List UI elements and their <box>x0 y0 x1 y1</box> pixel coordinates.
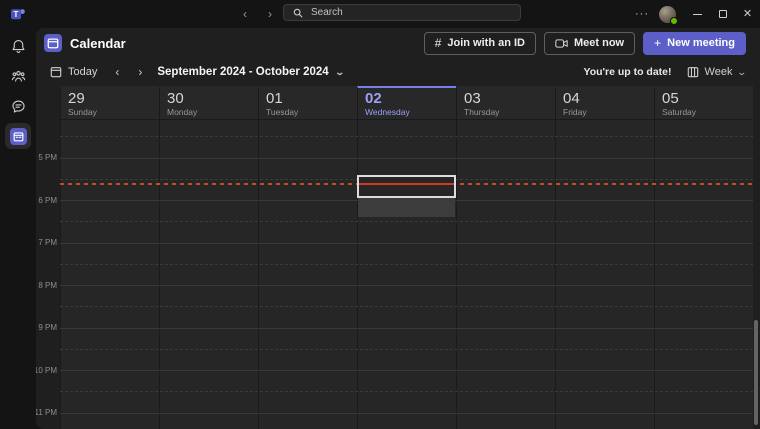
column-divider <box>555 120 556 429</box>
day-header-saturday[interactable]: 05 Saturday <box>654 86 753 119</box>
half-hour-line <box>60 349 753 350</box>
column-divider <box>60 120 61 429</box>
forward-button[interactable]: › <box>263 7 277 21</box>
search-icon <box>293 8 303 18</box>
calendar-panel: Calendar # Join with an ID Meet now <box>36 28 760 429</box>
calendar-toolbar: Today ‹ › September 2024 - October 2024 … <box>36 58 760 86</box>
day-header-sunday[interactable]: 29 Sunday <box>60 86 159 119</box>
hash-icon: # <box>435 36 442 50</box>
minimize-icon <box>693 14 702 15</box>
status-text: You're up to date! <box>583 66 671 78</box>
column-divider <box>258 120 259 429</box>
half-hour-line <box>60 221 753 222</box>
half-hour-line <box>60 264 753 265</box>
hour-line <box>60 413 753 414</box>
next-week-button[interactable]: › <box>138 65 142 79</box>
time-label: 6 PM <box>38 196 57 205</box>
hour-line <box>60 328 753 329</box>
time-label: 8 PM <box>38 281 57 290</box>
calendar-icon <box>13 131 24 142</box>
half-hour-line <box>60 306 753 307</box>
column-divider <box>456 120 457 429</box>
presence-badge <box>670 17 678 25</box>
close-icon: ✕ <box>743 9 752 20</box>
column-divider <box>357 120 358 429</box>
day-header-tuesday[interactable]: 01 Tuesday <box>258 86 357 119</box>
time-label: 7 PM <box>38 238 57 247</box>
calendar-grid[interactable] <box>60 120 753 429</box>
selected-time-slot[interactable] <box>357 175 456 198</box>
sidebar-item-activity[interactable] <box>5 33 31 59</box>
plus-icon: + <box>654 36 661 50</box>
chevron-down-icon: ⌄ <box>334 67 345 78</box>
new-meeting-button[interactable]: + New meeting <box>643 32 746 55</box>
column-divider <box>654 120 655 429</box>
day-header-thursday[interactable]: 03 Thursday <box>456 86 555 119</box>
calendar-app-icon <box>44 34 62 52</box>
sidebar-item-calendar[interactable] <box>5 123 31 149</box>
day-header-wednesday-selected[interactable]: 02 Wednesday <box>357 86 456 119</box>
camera-icon <box>555 38 568 49</box>
back-button[interactable]: ‹ <box>238 7 252 21</box>
time-label: 9 PM <box>38 323 57 332</box>
panel-header: Calendar # Join with an ID Meet now <box>36 28 760 58</box>
calendar-grid-area: 5 PM 6 PM 7 PM 8 PM 9 PM 10 PM 11 PM <box>36 120 760 429</box>
day-header-monday[interactable]: 30 Monday <box>159 86 258 119</box>
time-gutter: 5 PM 6 PM 7 PM 8 PM 9 PM 10 PM 11 PM <box>36 120 60 429</box>
page-title: Calendar <box>70 36 126 51</box>
search-input[interactable]: Search <box>283 4 521 21</box>
vertical-scrollbar[interactable] <box>754 320 758 425</box>
half-hour-line <box>60 391 753 392</box>
time-label: 11 PM <box>36 408 57 417</box>
minimize-button[interactable] <box>685 0 710 28</box>
date-range-dropdown[interactable]: September 2024 - October 2024 ⌄ <box>157 66 343 78</box>
search-placeholder: Search <box>311 7 343 18</box>
hour-line <box>60 158 753 159</box>
meet-now-button[interactable]: Meet now <box>544 32 635 55</box>
community-icon <box>10 68 27 85</box>
teams-logo: T <box>10 6 26 22</box>
chat-icon <box>10 98 27 115</box>
svg-text:T: T <box>14 10 19 19</box>
close-button[interactable]: ✕ <box>735 0 760 28</box>
join-with-id-button[interactable]: # Join with an ID <box>424 32 536 55</box>
hour-line <box>60 243 753 244</box>
teams-window: T ‹ › Search ··· ✕ <box>0 0 760 429</box>
app-rail <box>0 28 36 429</box>
view-switcher[interactable]: Week ⌄ <box>687 66 746 78</box>
today-button[interactable]: Today <box>50 66 97 78</box>
time-label: 5 PM <box>38 153 57 162</box>
current-time-marker <box>359 183 454 185</box>
titlebar: T ‹ › Search ··· ✕ <box>0 0 760 28</box>
maximize-button[interactable] <box>710 0 735 28</box>
week-view-icon <box>687 66 699 78</box>
day-header-friday[interactable]: 04 Friday <box>555 86 654 119</box>
prev-week-button[interactable]: ‹ <box>115 65 119 79</box>
time-label: 10 PM <box>36 366 57 375</box>
hour-line <box>60 285 753 286</box>
hovered-time-slot[interactable] <box>358 198 455 217</box>
chevron-down-icon: ⌄ <box>737 67 748 78</box>
hour-line <box>60 370 753 371</box>
sidebar-item-chat[interactable] <box>5 93 31 119</box>
calendar-today-icon <box>50 66 62 78</box>
day-header-row: 29 Sunday 30 Monday 01 Tuesday 02 Wednes… <box>60 86 753 120</box>
more-button[interactable]: ··· <box>629 8 655 20</box>
maximize-icon <box>719 10 727 18</box>
avatar[interactable] <box>659 6 676 23</box>
sidebar-item-community[interactable] <box>5 63 31 89</box>
column-divider <box>159 120 160 429</box>
half-hour-line <box>60 136 753 137</box>
bell-icon <box>10 38 27 55</box>
